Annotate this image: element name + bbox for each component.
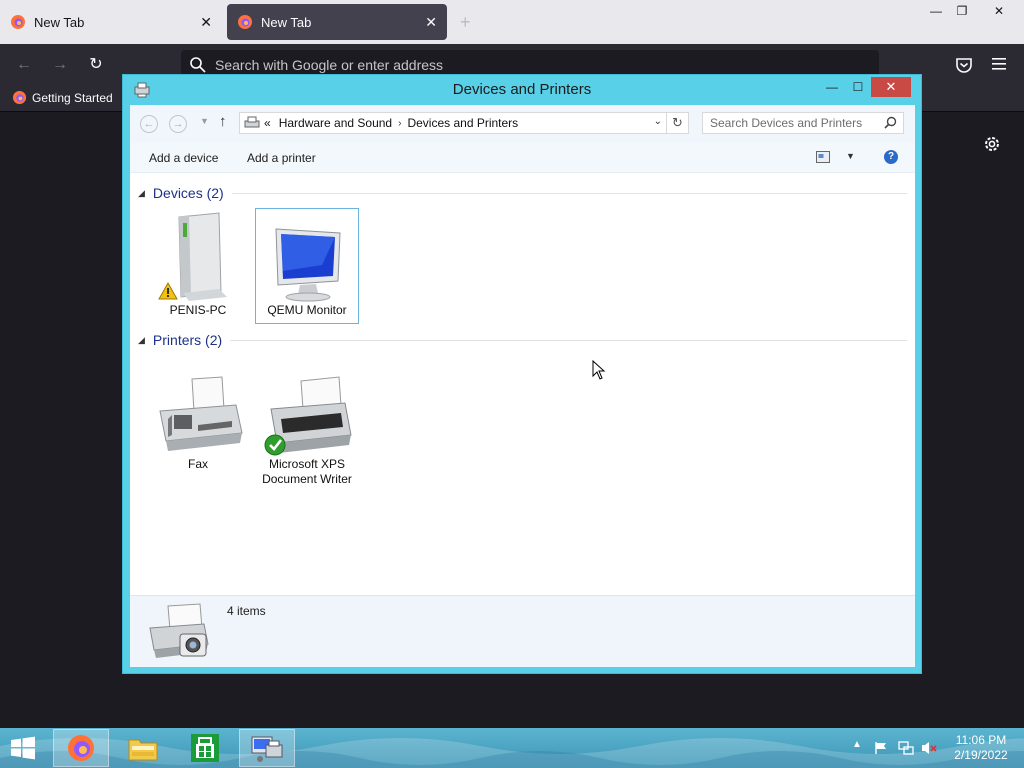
- group-label: Devices (2): [152, 185, 224, 201]
- device-item-pc[interactable]: PENIS-PC: [146, 209, 250, 325]
- new-tab-button[interactable]: +: [460, 12, 471, 33]
- add-device-button[interactable]: Add a device: [149, 151, 218, 165]
- help-icon[interactable]: ?: [884, 150, 898, 164]
- address-bar[interactable]: « Hardware and Sound › Devices and Print…: [239, 112, 689, 134]
- back-arrow-icon[interactable]: ←: [11, 52, 37, 78]
- item-count: 4 items: [227, 604, 266, 618]
- url-placeholder: Search with Google or enter address: [215, 57, 444, 73]
- command-bar: Add a device Add a printer ▼ ?: [130, 143, 915, 173]
- search-placeholder: Search Devices and Printers: [710, 116, 863, 130]
- add-printer-button[interactable]: Add a printer: [247, 151, 316, 165]
- window-minimize-button[interactable]: —: [819, 77, 845, 97]
- printer-icon: [264, 376, 352, 456]
- monitor-icon: [275, 228, 341, 302]
- search-icon: [190, 57, 206, 73]
- devices-and-printers-window: Devices and Printers — ☐ ✕ ← → ▼ ↑ « Har…: [122, 74, 922, 674]
- collapse-triangle-icon[interactable]: ◢: [138, 188, 145, 199]
- search-input[interactable]: Search Devices and Printers: [702, 112, 904, 134]
- browser-tab-bar: New Tab ✕ New Tab ✕ + — ❐ ✕: [0, 0, 1024, 44]
- window-close-button[interactable]: ✕: [871, 77, 911, 97]
- taskbar-file-explorer-button[interactable]: [115, 729, 171, 767]
- printer-item-fax[interactable]: Fax: [146, 375, 250, 475]
- view-options-dropdown[interactable]: ▼: [846, 151, 855, 161]
- device-item-monitor[interactable]: QEMU Monitor: [255, 208, 359, 324]
- browser-restore-button[interactable]: ❐: [946, 0, 978, 22]
- address-dropdown-icon[interactable]: ⌄: [654, 116, 662, 127]
- browser-tab[interactable]: New Tab ✕: [0, 4, 222, 40]
- show-hidden-icons-button[interactable]: ▲: [852, 739, 862, 768]
- reload-icon[interactable]: ↻: [83, 52, 109, 78]
- volume-muted-icon[interactable]: [921, 740, 937, 756]
- clock-time: 11:06 PM: [955, 733, 1007, 747]
- forward-button[interactable]: →: [169, 115, 187, 133]
- browser-close-button[interactable]: ✕: [983, 0, 1015, 22]
- window-maximize-button[interactable]: ☐: [845, 77, 871, 97]
- breadcrumb-overflow[interactable]: «: [264, 116, 271, 130]
- close-tab-icon[interactable]: ✕: [200, 14, 212, 31]
- group-devices-header[interactable]: ◢ Devices (2): [138, 185, 224, 201]
- bookmark-item[interactable]: Getting Started: [12, 90, 113, 105]
- action-center-flag-icon[interactable]: [874, 741, 888, 755]
- bookmark-label: Getting Started: [32, 90, 113, 105]
- taskbar-store-button[interactable]: [177, 729, 233, 767]
- group-label: Printers (2): [152, 332, 223, 348]
- taskbar-devices-printers-button[interactable]: [239, 729, 295, 767]
- network-icon[interactable]: [898, 740, 914, 756]
- devices-printers-location-icon: [244, 116, 260, 128]
- clock-date: 2/19/2022: [954, 748, 1008, 762]
- firefox-icon: [11, 15, 25, 29]
- device-label: QEMU Monitor: [267, 303, 347, 317]
- computer-tower-icon: [158, 212, 227, 301]
- group-printers-header[interactable]: ◢ Printers (2): [138, 332, 222, 348]
- search-icon[interactable]: [884, 116, 897, 129]
- pocket-icon[interactable]: [955, 56, 973, 74]
- refresh-icon[interactable]: ↻: [666, 113, 688, 133]
- printer-label: Document Writer: [262, 472, 352, 486]
- fax-icon: [159, 376, 243, 451]
- device-label: PENIS-PC: [169, 303, 227, 317]
- group-divider: [232, 193, 907, 194]
- firefox-icon: [12, 90, 27, 105]
- firefox-icon: [238, 15, 252, 29]
- window-content: ← → ▼ ↑ « Hardware and Sound › Devices a…: [130, 105, 915, 667]
- collapse-triangle-icon[interactable]: ◢: [138, 335, 145, 346]
- forward-arrow-icon[interactable]: →: [47, 52, 73, 78]
- up-level-button[interactable]: ↑: [219, 113, 227, 130]
- back-button[interactable]: ←: [140, 115, 158, 133]
- firefox-icon: [68, 735, 94, 761]
- devices-printers-large-icon: [149, 603, 209, 658]
- windows-start-icon[interactable]: [8, 736, 38, 760]
- breadcrumb-item[interactable]: Hardware and Sound: [279, 116, 392, 130]
- window-title: Devices and Printers: [452, 81, 592, 98]
- printer-label: Fax: [187, 457, 208, 471]
- taskbar-firefox-button[interactable]: [53, 729, 109, 767]
- mouse-cursor-icon: [592, 360, 606, 380]
- folder-icon: [128, 739, 158, 761]
- browser-tab-active[interactable]: New Tab ✕: [227, 4, 447, 40]
- recent-locations-dropdown[interactable]: ▼: [200, 116, 209, 126]
- group-divider: [230, 340, 907, 341]
- menu-icon[interactable]: [991, 57, 1007, 71]
- devices-printers-icon: [251, 736, 283, 762]
- change-view-icon[interactable]: [816, 151, 830, 163]
- printer-item-xps[interactable]: Microsoft XPS Document Writer: [255, 375, 359, 487]
- browser-tab-label: New Tab: [261, 14, 312, 30]
- breadcrumb-item[interactable]: Devices and Printers: [407, 116, 518, 130]
- store-icon: [191, 734, 219, 762]
- gear-icon[interactable]: [982, 134, 1002, 154]
- close-tab-icon[interactable]: ✕: [425, 14, 437, 31]
- browser-tab-label: New Tab: [34, 14, 85, 30]
- breadcrumb-separator[interactable]: ›: [398, 118, 401, 129]
- taskbar: ▲ 11:06 PM 2/19/2022: [0, 728, 1024, 768]
- taskbar-clock[interactable]: 11:06 PM 2/19/2022: [944, 733, 1018, 763]
- address-row: ← → ▼ ↑ « Hardware and Sound › Devices a…: [130, 105, 915, 143]
- printer-label: Microsoft XPS: [268, 457, 346, 471]
- details-pane: 4 items: [130, 595, 915, 667]
